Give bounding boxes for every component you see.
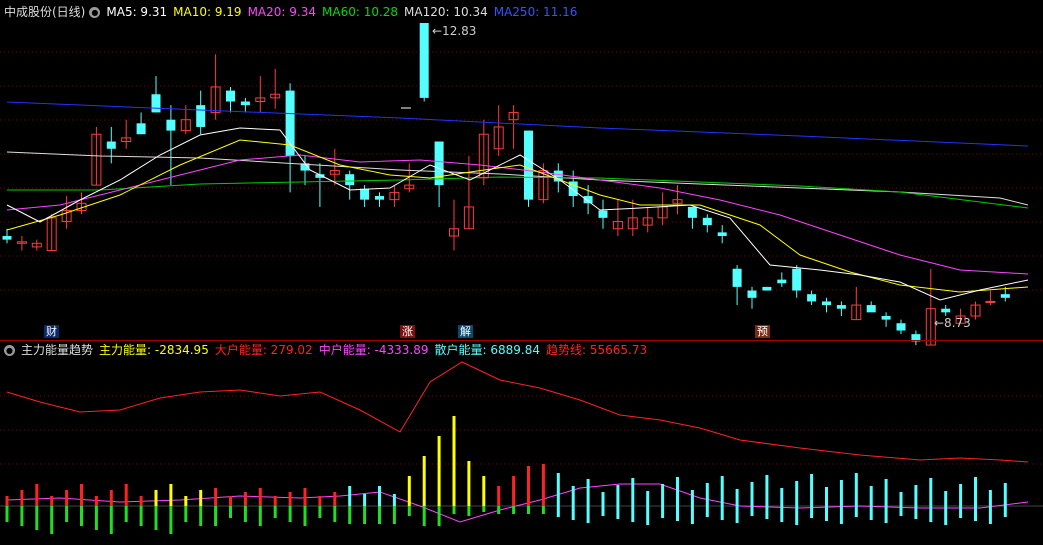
ma120-label: MA120: 10.34 [404,5,488,19]
event-marker-limit-up[interactable]: 涨 [400,325,415,338]
ma60-label: MA60: 10.28 [322,5,399,19]
low-price-label: ←8.73 [934,316,971,330]
candle-body [777,279,787,284]
retail-energy-label: 散户能量: 6889.84 [434,343,540,357]
candle-body [687,206,697,218]
candle-body [226,90,235,102]
ma120-line [6,151,1029,206]
candle-body [747,290,757,298]
mid-energy-label: 中户能量: -4333.89 [318,343,429,357]
candle-body [807,294,817,302]
mid-energy-line [6,483,1029,523]
ma5-label: MA5: 9.31 [106,5,168,19]
high-price-label: ←12.83 [432,24,476,38]
candle-body [524,130,533,200]
candle-body [583,196,593,204]
settings-toggle-icon[interactable]: ● [89,6,101,18]
indicator-title: 主力能量趋势 [21,343,94,357]
candle-body [702,217,712,226]
indicator-legend: ● 主力能量趋势 主力能量: -2834.95 大户能量: 279.02 中户能… [4,342,653,358]
big-energy-label: 大户能量: 279.02 [214,343,313,357]
ma10-line [6,139,1029,293]
candle-body [419,23,429,98]
candle-body [896,323,906,331]
candle-body [240,101,250,106]
candle-body [732,268,742,287]
indicator-toggle-icon[interactable]: ● [4,344,15,356]
candle-body [106,141,116,149]
ma250-line [6,101,1029,147]
candle-body [717,232,727,237]
candle-body [941,308,951,313]
candle-body [866,305,876,313]
stock-title: 中成股份(日线) [4,5,86,19]
candle-body [360,188,370,200]
trend-line-label: 趋势线: 55665.73 [545,343,648,357]
candle-body [1000,294,1010,298]
event-marker-forecast[interactable]: 预 [755,325,770,338]
candle-body [166,119,176,131]
stock-chart[interactable]: ←12.83 ←8.73 [0,0,1043,545]
candle-body [762,286,772,291]
candle-body [836,305,846,309]
panel-separator [0,340,1043,341]
candle-body [792,268,802,291]
candle-body [136,123,146,135]
ma250-label: MA250: 11.16 [493,5,578,19]
candle-body [598,210,608,218]
candle-body [985,300,996,303]
trend-line [6,361,1029,463]
candle-body [822,301,831,306]
price-legend: 中成股份(日线) ● MA5: 9.31 MA10: 9.19 MA20: 9.… [4,4,583,20]
candle-body [375,196,384,200]
main-energy-label: 主力能量: -2834.95 [99,343,209,357]
candle-body [151,94,161,113]
candle-body [881,315,891,320]
candle-body [196,105,206,127]
event-marker-unlock[interactable]: 解 [458,325,473,338]
candle-body [345,174,355,186]
ma10-label: MA10: 9.19 [173,5,242,19]
event-marker-finance[interactable]: 财 [44,325,59,338]
ma20-label: MA20: 9.34 [247,5,316,19]
ma60-line [7,176,1029,209]
candle-body [2,236,12,240]
